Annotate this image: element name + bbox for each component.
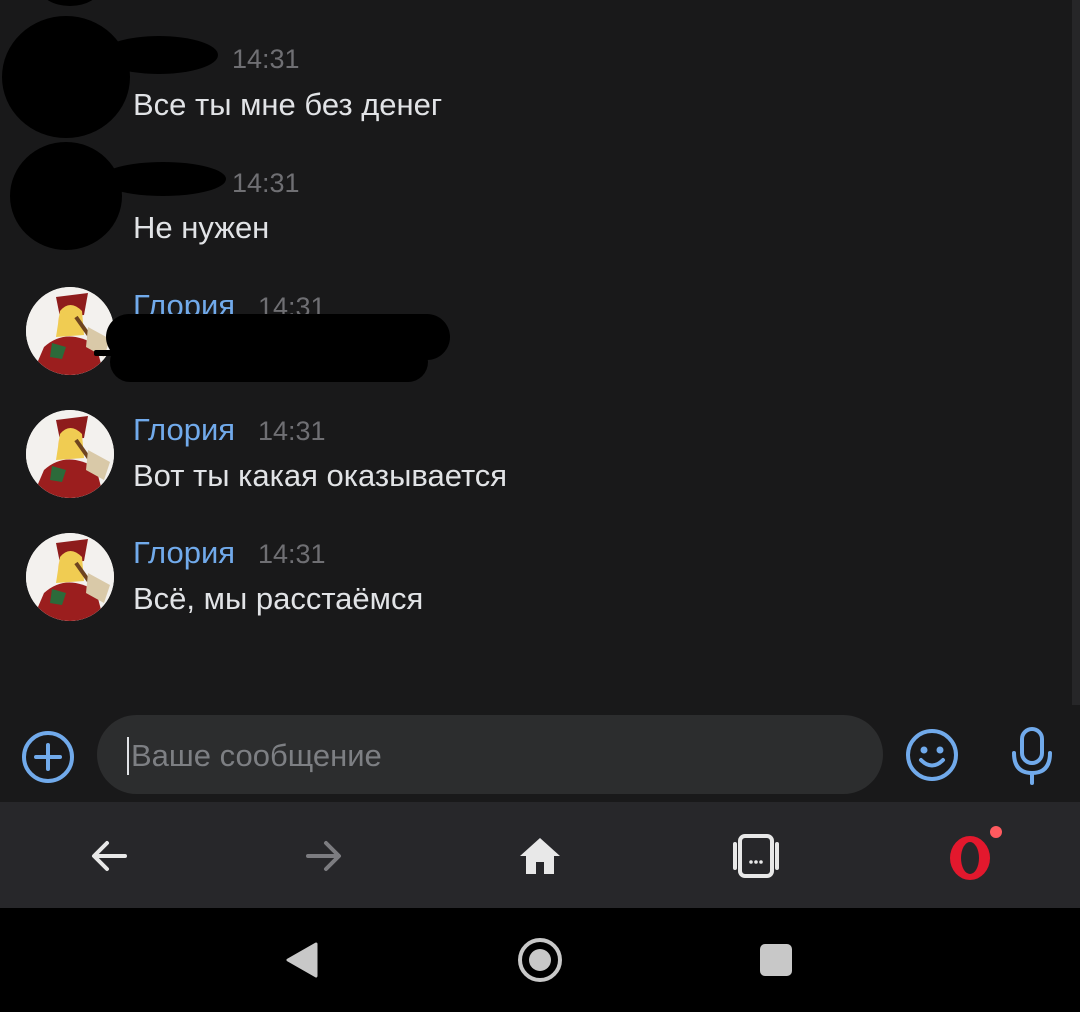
message-item[interactable]: Глория 14:31 Вот ты какая оказывается [0,404,1070,514]
avatar[interactable] [26,410,114,498]
emoji-button[interactable] [904,727,960,783]
chat-history[interactable]: 14:31 Все ты мне без денег 14:31 Не нуже… [0,0,1080,802]
avatar[interactable] [26,533,114,621]
arrow-right-icon [306,841,341,871]
message-item[interactable]: Глория 14:31 Всё, мы расстаёмся [0,527,1070,637]
square-recents-icon [760,944,792,976]
browser-toolbar [0,802,1080,908]
scrollbar[interactable] [1072,0,1080,705]
message-text: Не нужен [133,210,270,245]
browser-tabs-button[interactable] [724,824,788,888]
message-input-container[interactable] [97,715,883,796]
circle-home-icon [518,938,562,982]
opera-logo-icon [950,826,1002,880]
attach-button[interactable] [20,729,76,785]
redaction-mark [94,350,116,356]
redaction-mark [2,16,130,138]
message-input[interactable] [129,715,853,796]
message-text: Вот ты какая оказывается [133,458,508,493]
voice-message-button[interactable] [1008,725,1056,787]
tabs-icon [733,834,779,878]
system-navigation-bar [0,908,1080,1012]
browser-home-button[interactable] [508,824,572,888]
message-time: 14:31 [258,416,326,446]
message-item[interactable]: 14:31 Не нужен [0,140,1070,260]
arrow-left-icon [92,841,127,871]
message-time: 14:31 [258,539,326,569]
message-author[interactable]: Глория [133,535,235,571]
system-recents-button[interactable] [746,930,806,990]
home-icon [520,838,560,874]
redaction-mark [100,36,218,74]
browser-back-button[interactable] [77,824,141,888]
message-composer [0,705,1080,802]
message-item[interactable]: 14:31 Все ты мне без денег [0,0,1070,140]
message-time: 14:31 [232,44,300,74]
message-time: 14:31 [232,168,300,198]
message-text: Все ты мне без денег [133,87,443,122]
system-back-button[interactable] [272,930,332,990]
plus-circle-icon [22,731,74,783]
system-home-button[interactable] [510,930,570,990]
redaction-mark [10,142,122,250]
redaction-mark [110,342,428,382]
redaction-mark [100,162,226,196]
browser-menu-button[interactable] [940,824,1004,888]
microphone-icon [1012,727,1052,785]
message-author[interactable]: Глория [133,412,235,448]
avatar[interactable] [26,287,114,375]
browser-forward-button[interactable] [292,824,356,888]
message-text: Всё, мы расстаёмся [133,581,424,616]
triangle-back-icon [286,942,318,978]
message-item[interactable]: Глория 14:31 [0,280,1070,390]
smile-icon [906,729,958,781]
